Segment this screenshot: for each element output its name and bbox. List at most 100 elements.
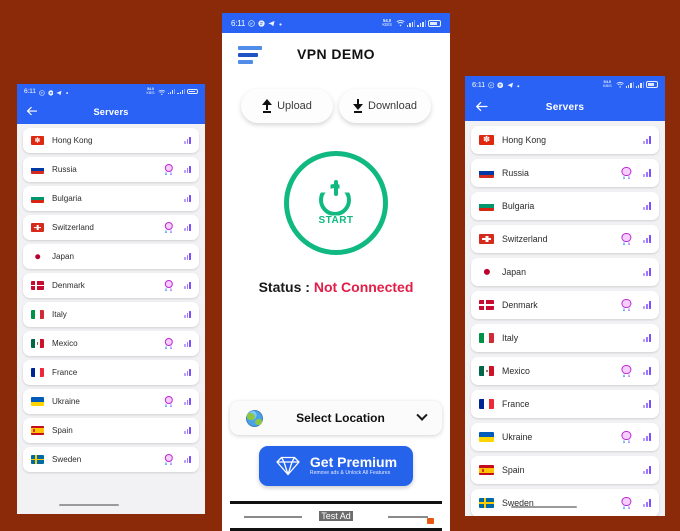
ad-banner[interactable]: Test Ad [230,501,442,531]
power-icon [319,179,353,216]
premium-subtitle: Remove ads & Unlock All Features [309,470,391,477]
server-row[interactable]: Japan [471,258,659,286]
server-row-indicators [183,136,191,145]
server-row[interactable]: Spain [471,456,659,484]
premium-badge-icon [621,232,632,246]
scroll-indicator[interactable] [511,506,577,508]
status-bar-left: 6:11 [472,76,521,94]
servers-list[interactable]: ✽ Hong Kong Russia Bulgaria Switzerland … [17,124,205,514]
server-row-indicators [164,337,191,350]
server-row[interactable]: ✽ Hong Kong [471,126,659,154]
signal-bars-icon [183,194,191,203]
flag-switzerland [479,234,494,244]
message-icon [488,76,495,94]
server-row[interactable]: Switzerland [23,215,199,240]
server-row[interactable]: Spain [23,418,199,443]
flag-mexico [31,339,44,348]
hamburger-menu-icon[interactable] [238,46,262,67]
flag-switzerland [31,223,44,232]
net-speed-icon: 54.0 KB/S [602,79,612,88]
select-location-label: Select Location [296,411,385,425]
server-row[interactable]: Denmark [471,291,659,319]
servers-app-bar: Servers [465,93,665,121]
server-row[interactable]: Bulgaria [23,186,199,211]
wifi-icon [615,76,624,94]
app-header: VPN DEMO [222,33,450,75]
flag-spain [31,426,44,435]
server-row[interactable]: France [471,390,659,418]
signal-bars-icon [643,399,651,409]
server-name: Spain [502,465,525,475]
server-row[interactable]: Russia [23,157,199,182]
servers-list[interactable]: ✽ Hong Kong Russia Bulgaria Switzerland … [465,121,665,516]
server-row[interactable]: Italy [23,302,199,327]
select-location-bar[interactable]: Select Location [230,401,442,435]
server-row-indicators [621,364,651,378]
flag-ukraine [31,397,44,406]
servers-app-bar: Servers [17,99,205,124]
download-button[interactable]: Download [339,89,431,123]
power-button-area: START [222,150,450,255]
signal-bars-icon [183,281,191,290]
flag-bulgaria [479,201,494,211]
server-row[interactable]: Russia [471,159,659,187]
phone-center-home-screen: 6:11 54.0 KB/S VPN DEMO Upload Download … [222,13,450,531]
upload-button[interactable]: Upload [241,89,333,123]
signal-icon-1 [625,81,634,88]
chevron-down-icon[interactable] [416,409,428,421]
start-power-button[interactable]: START [284,150,388,255]
server-name: Hong Kong [502,135,547,145]
server-name: Sweden [52,455,82,464]
server-row[interactable]: France [23,360,199,385]
server-row[interactable]: Ukraine [471,423,659,451]
server-row-indicators [164,279,191,292]
server-row[interactable]: Bulgaria [471,192,659,220]
download-arrow-icon [353,99,364,113]
flag-japan [479,267,494,277]
premium-badge-icon [164,221,173,234]
server-row-indicators [643,399,651,409]
premium-badge-icon [621,298,632,312]
server-row[interactable]: Italy [471,324,659,352]
signal-bars-icon [183,339,191,348]
scroll-indicator[interactable] [59,504,119,506]
server-row-indicators [643,267,651,277]
back-arrow-icon[interactable] [25,105,38,118]
flag-sweden [479,498,494,508]
server-row-indicators [643,465,651,475]
signal-bars-icon [183,165,191,174]
premium-badge-icon [164,395,173,408]
telegram-icon [268,14,275,32]
signal-bars-icon [183,252,191,261]
message-icon [248,14,256,32]
server-name: Denmark [502,300,538,310]
server-name: Russia [502,168,529,178]
servers-title: Servers [545,101,585,113]
chat-icon [258,14,265,32]
status-bar-time: 6:11 [231,18,246,28]
back-arrow-icon[interactable] [474,100,489,115]
premium-badge-icon [164,279,173,292]
server-row[interactable]: Sweden [471,489,659,516]
server-row[interactable]: Mexico [23,331,199,356]
status-bar-right: 54.0 KB/S [603,76,658,94]
server-name: Italy [52,310,67,319]
flag-sweden [31,455,44,464]
server-row[interactable]: Ukraine [23,389,199,414]
premium-badge-icon [621,430,632,444]
server-row[interactable]: Japan [23,244,199,269]
server-row[interactable]: Denmark [23,273,199,298]
upload-button-label: Upload [277,99,312,112]
server-name: Denmark [52,281,85,290]
server-row[interactable]: Switzerland [471,225,659,253]
server-row[interactable]: Mexico [471,357,659,385]
dot-icon [278,14,283,32]
premium-badge-icon [621,364,632,378]
get-premium-button[interactable]: Get Premium Remove ads & Unlock All Feat… [259,446,413,486]
server-row[interactable]: Sweden [23,447,199,472]
signal-icon-1 [167,88,176,95]
server-row[interactable]: ✽ Hong Kong [23,128,199,153]
signal-bars-icon [183,310,191,319]
server-row-indicators [621,496,651,510]
servers-title: Servers [93,106,129,117]
